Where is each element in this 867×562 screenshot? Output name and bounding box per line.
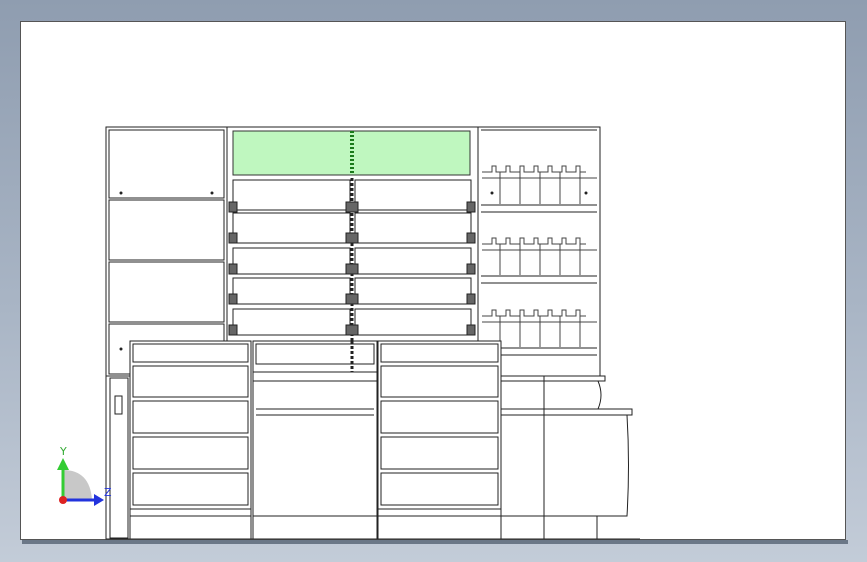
z-axis-label: Z [104,486,112,499]
cad-drawing[interactable]: Y Z [0,0,867,562]
triad-plane-icon [63,470,92,500]
origin-dot-icon [59,496,67,504]
front-counter[interactable] [129,340,502,540]
view-orientation-triad[interactable]: Y Z [57,445,112,506]
curved-counter[interactable] [500,375,633,539]
z-arrow-icon [94,494,104,506]
right-shelving[interactable] [477,126,601,378]
y-arrow-icon [57,458,69,470]
y-axis-label: Y [59,445,67,458]
